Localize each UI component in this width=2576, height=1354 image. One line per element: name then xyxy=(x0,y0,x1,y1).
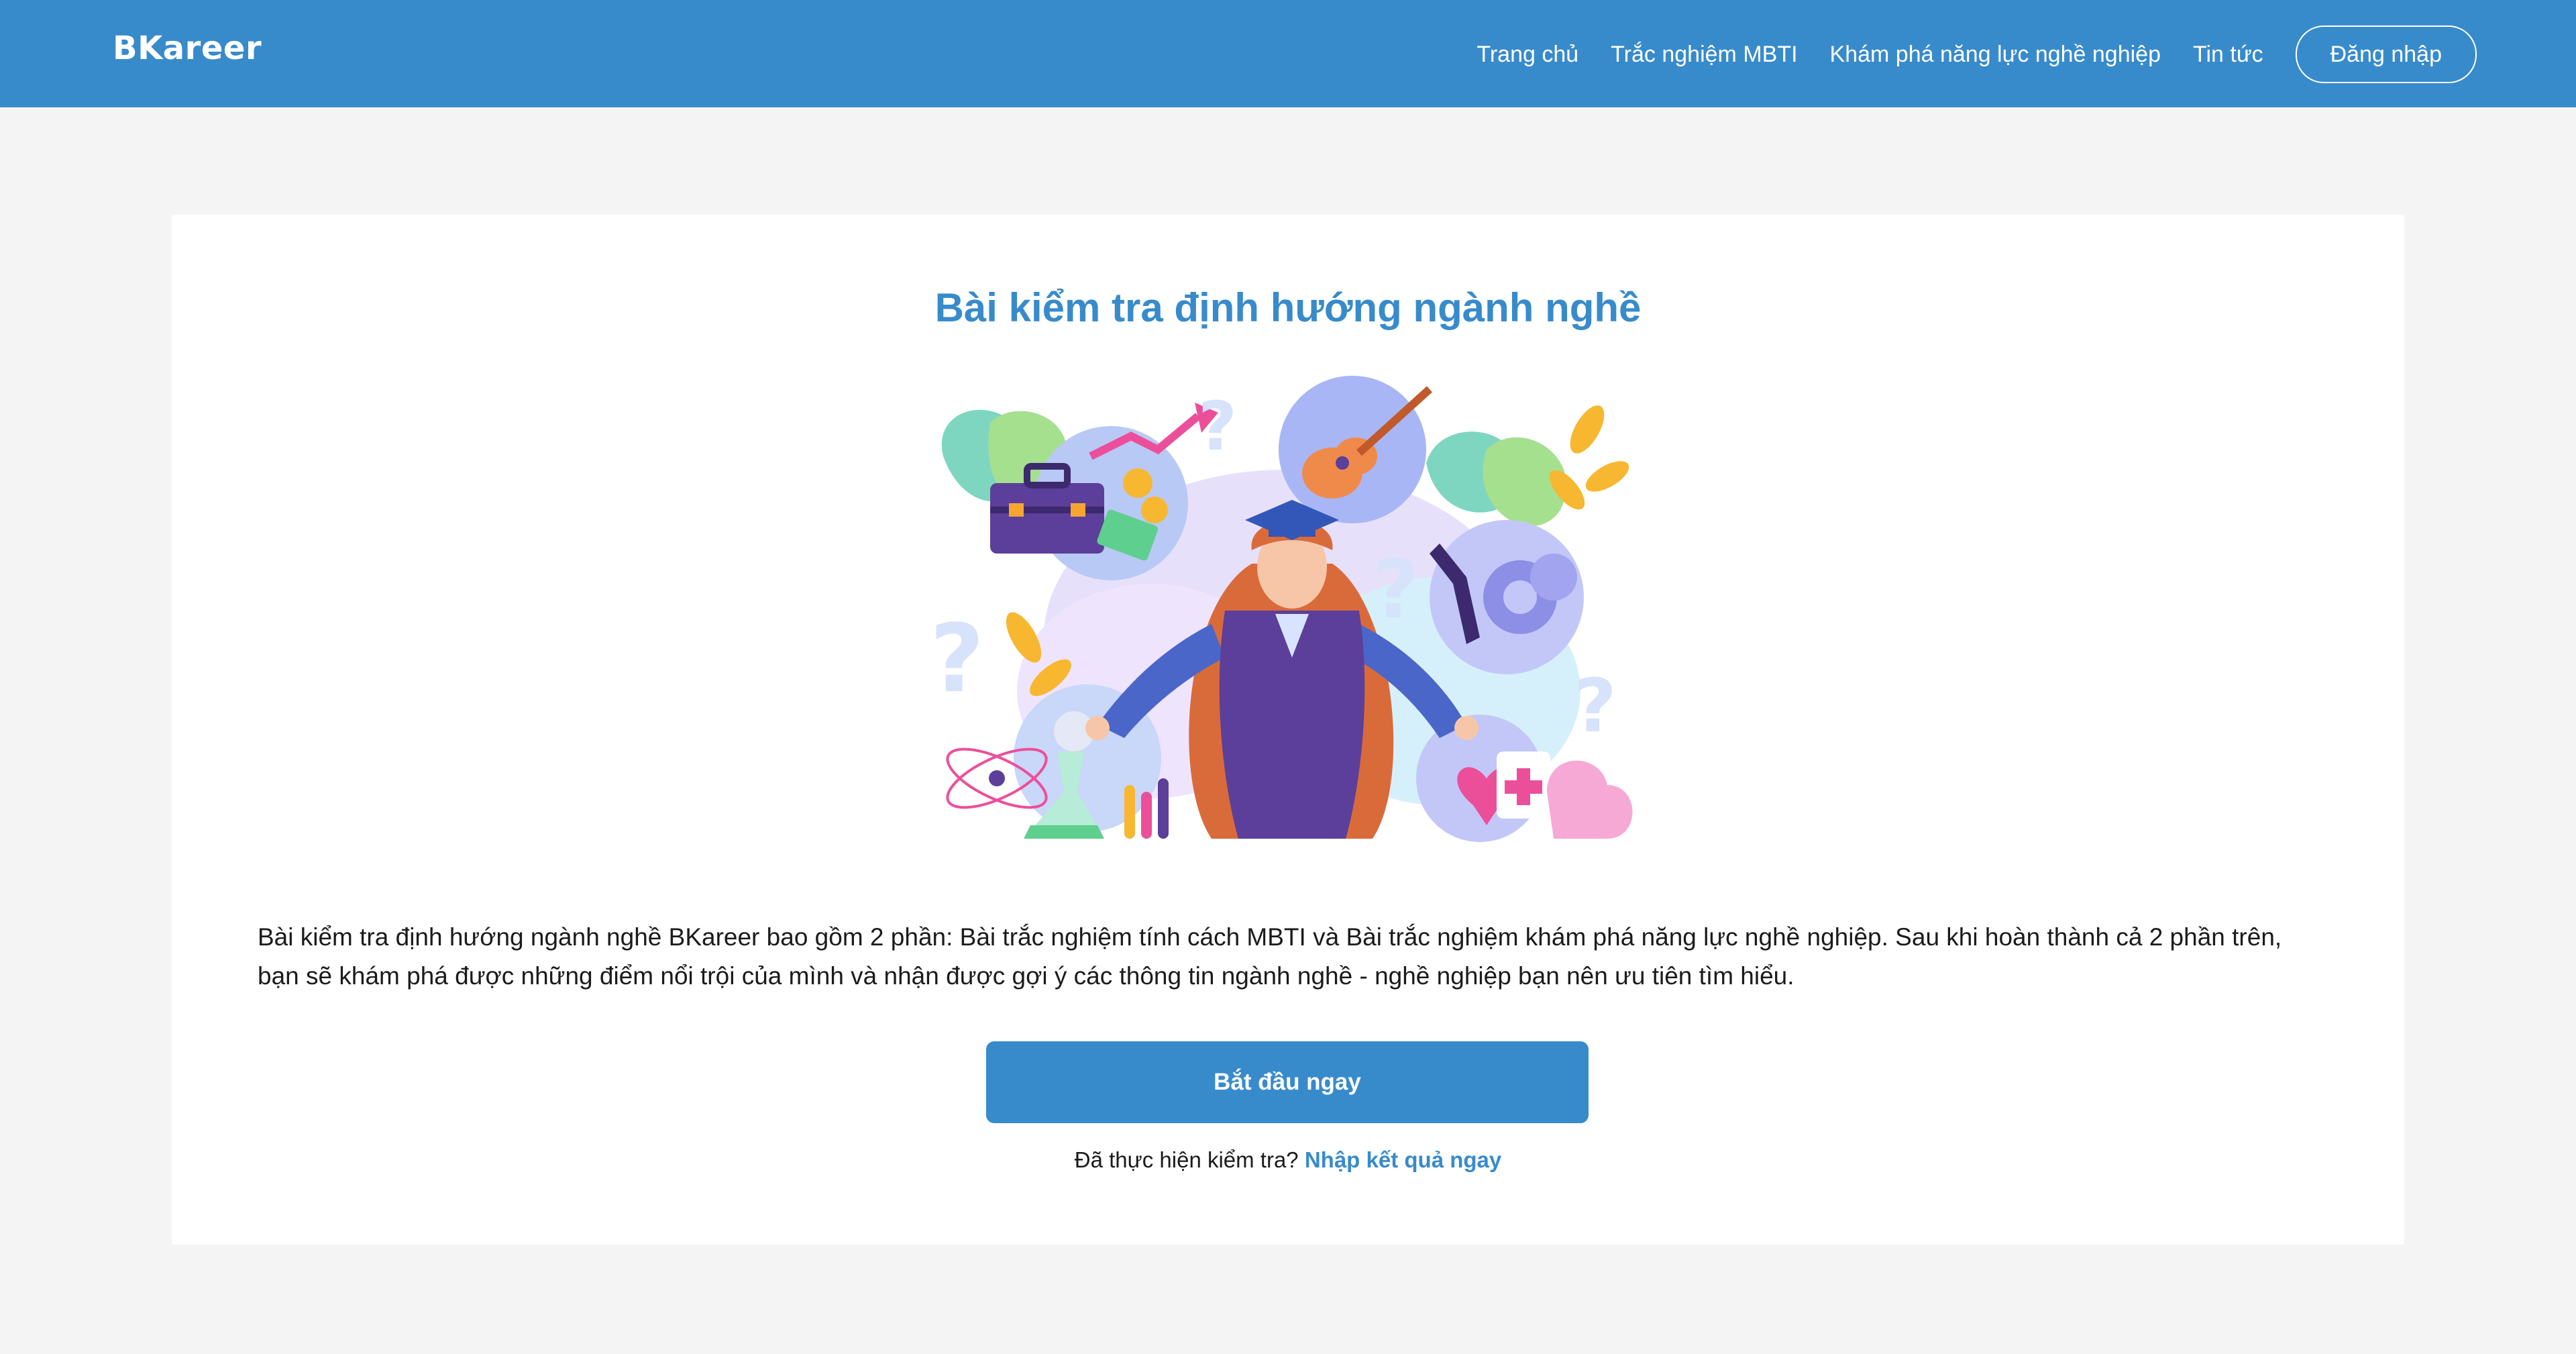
nav-home[interactable]: Trang chủ xyxy=(1477,42,1578,68)
top-navbar: BKareer Trang chủ Trắc nghiệm MBTI Khám … xyxy=(0,0,2576,107)
nav-mbti-test[interactable]: Trắc nghiệm MBTI xyxy=(1611,42,1797,68)
svg-text:?: ? xyxy=(1574,663,1617,749)
nav-career-ability[interactable]: Khám phá năng lực nghề nghiệp xyxy=(1830,42,2161,68)
career-illustration: ? ? ? ? xyxy=(930,376,1633,842)
logo[interactable]: BKareer xyxy=(113,30,262,67)
page-title: Bài kiểm tra định hướng ngành nghề xyxy=(934,285,1642,330)
already-done-text: Đã thực hiện kiểm tra? xyxy=(1074,1147,1299,1172)
nav-news[interactable]: Tin tức xyxy=(2193,42,2263,68)
svg-text:?: ? xyxy=(930,605,984,714)
svg-text:?: ? xyxy=(1198,387,1237,466)
test-intro-card: Bài kiểm tra định hướng ngành nghề ? ? ?… xyxy=(172,215,2404,1245)
enter-results-link[interactable]: Nhập kết quả ngay xyxy=(1305,1147,1501,1172)
start-now-button[interactable]: Bắt đầu ngay xyxy=(986,1041,1589,1123)
main-nav: Trang chủ Trắc nghiệm MBTI Khám phá năng… xyxy=(1444,25,2477,83)
login-button[interactable]: Đăng nhập xyxy=(2295,25,2477,83)
test-description: Bài kiểm tra định hướng ngành nghề BKare… xyxy=(258,923,2282,990)
svg-text:?: ? xyxy=(1373,543,1419,637)
already-done-line: Đã thực hiện kiểm tra? Nhập kết quả ngay xyxy=(172,1147,2404,1173)
